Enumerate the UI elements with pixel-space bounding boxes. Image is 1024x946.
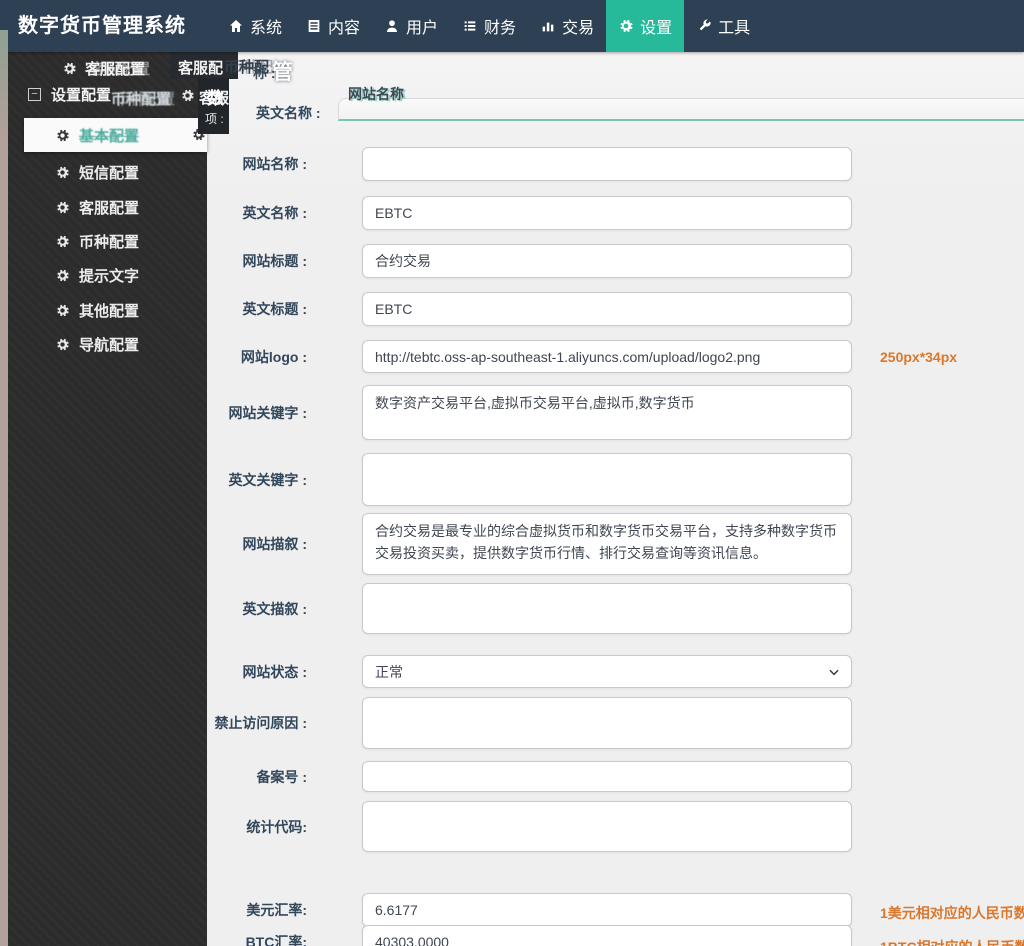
field-label-ban-reason: 禁止访问原因 : [214,715,307,731]
nav-item-system[interactable]: 系统 [216,0,294,52]
nav-item-label: 财务 [484,20,517,37]
field-label-site-description: 网站描叙 : [242,536,307,552]
sidebar-item-label: 短信配置 [79,164,140,182]
ban-reason-textarea[interactable] [362,697,852,749]
usd-rate-input[interactable] [362,893,852,927]
site-description-textarea[interactable]: 合约交易是最专业的综合虚拟货币和数字货币交易平台，支持多种数字货币交易投资买卖，… [362,513,852,575]
sidebar-group-settings[interactable]: − 设置配置 [28,84,111,105]
sidebar-item-label: 提示文字 [79,267,140,285]
gear-icon [57,304,69,316]
glitch-ghost-input [338,98,1024,121]
sidebar-item-nav-config[interactable]: 导航配置 [8,332,207,356]
gear-icon [57,129,69,141]
glitch-sidebar-item: 客服配置 [62,58,145,79]
site-status-select[interactable]: 正常 [362,655,852,688]
user-icon [387,20,398,32]
gear-icon [57,235,69,247]
nav-item-label: 工具 [718,20,751,37]
sidebar-item-sms-config[interactable]: 短信配置 [8,160,207,184]
field-label-site-keywords: 网站关键字 : [228,404,307,421]
sidebar: 客服配置 − 设置配置 基本配置 短信配置 客服配置 币种配置 提示文字 其他配… [8,52,207,946]
glitch-text: 客服配置 [85,61,146,78]
field-label-site-logo: 网站logo : [240,348,307,365]
en-keywords-textarea[interactable] [362,453,852,506]
sidebar-item-label: 其他配置 [79,302,140,320]
gear-icon [57,269,69,281]
nav-item-finance[interactable]: 财务 [450,0,528,52]
logo-size-hint: 250px*34px [880,349,958,365]
field-label-en-name: 英文名称 : [242,205,307,221]
site-title-input[interactable] [362,244,852,278]
site-name-input[interactable] [362,147,852,181]
app-brand-title: 数字货币管理系统 [18,15,186,37]
btc-rate-input[interactable] [362,925,852,946]
sidebar-group-label: 设置配置 [51,87,112,104]
en-title-input[interactable] [362,292,852,326]
nav-item-label: 系统 [250,20,283,37]
en-name-input[interactable] [362,196,852,230]
usd-rate-hint: 1美元相对应的人民币数量 [880,905,1024,921]
nav-item-label: 交易 [562,20,595,37]
sidebar-item-label: 币种配置 [79,233,140,251]
sidebar-item-label: 客服配置 [79,199,140,217]
site-logo-input[interactable] [362,340,852,373]
field-label-site-name: 网站名称 : [242,156,307,172]
field-label-btc-rate: BTC汇率: [245,934,307,946]
btc-rate-hint: 1BTC相对应的人民币数量 [880,937,1024,946]
basic-config-form: 网站名称 : 英文名称 : 网站标题 : 英文标题 : 网站logo : 250… [207,52,1024,946]
finance-list-icon [464,21,476,31]
gear-icon [57,338,69,350]
collapse-minus-icon[interactable]: − [28,88,41,101]
nav-item-settings[interactable]: 设置 [606,0,685,52]
site-keywords-textarea[interactable]: 数字资产交易平台,虚拟币交易平台,虚拟币,数字货币 [362,385,852,440]
field-label-en-keywords: 英文关键字 : [228,471,307,488]
nav-item-content[interactable]: 内容 [294,0,372,52]
wrench-icon [699,19,711,31]
nav-item-label: 设置 [640,20,673,37]
stats-code-textarea[interactable] [362,801,852,852]
sidebar-item-label: 基本配置 [79,127,140,145]
sidebar-item-other-config[interactable]: 其他配置 [8,298,207,322]
field-label-site-status: 网站状态 : [242,663,307,680]
en-description-textarea[interactable] [362,583,852,634]
nav-item-tools[interactable]: 工具 [684,0,762,52]
field-label-usd-rate: 美元汇率: [246,902,307,918]
gear-icon [620,19,633,33]
sidebar-item-service-config[interactable]: 客服配置 [8,195,207,219]
sidebar-item-label: 导航配置 [79,336,140,354]
glitch-gear-icon [191,127,206,147]
nav-item-trade[interactable]: 交易 [528,0,606,52]
nav-item-label: 用户 [406,20,439,37]
content-icon [308,20,320,32]
nav-item-users[interactable]: 用户 [372,0,450,52]
sidebar-item-basic-config[interactable]: 基本配置 [24,118,207,152]
trade-chart-icon [542,22,554,32]
field-label-stats-code: 统计代码: [246,818,307,835]
icp-number-input[interactable] [362,761,852,792]
field-label-site-title: 网站标题 : [242,253,307,269]
field-label-en-description: 英文描叙 : [242,600,307,617]
field-label-icp-number: 备案号 : [256,768,307,785]
gear-icon [64,62,76,75]
gear-icon [57,166,69,178]
window-edge-strip [0,30,8,946]
main-menu: 系统 内容 用户 财务 交易 设置 工具 [216,0,762,52]
gear-icon [57,201,69,213]
home-icon [230,20,242,32]
sidebar-item-tip-text[interactable]: 提示文字 [8,263,207,287]
nav-item-label: 内容 [328,20,361,37]
top-navbar: 数字货币管理系统 系统 内容 用户 财务 交易 设置 工具 [0,0,1024,52]
field-label-en-title: 英文标题 : [242,301,307,317]
sidebar-item-coin-config[interactable]: 币种配置 [8,229,207,253]
